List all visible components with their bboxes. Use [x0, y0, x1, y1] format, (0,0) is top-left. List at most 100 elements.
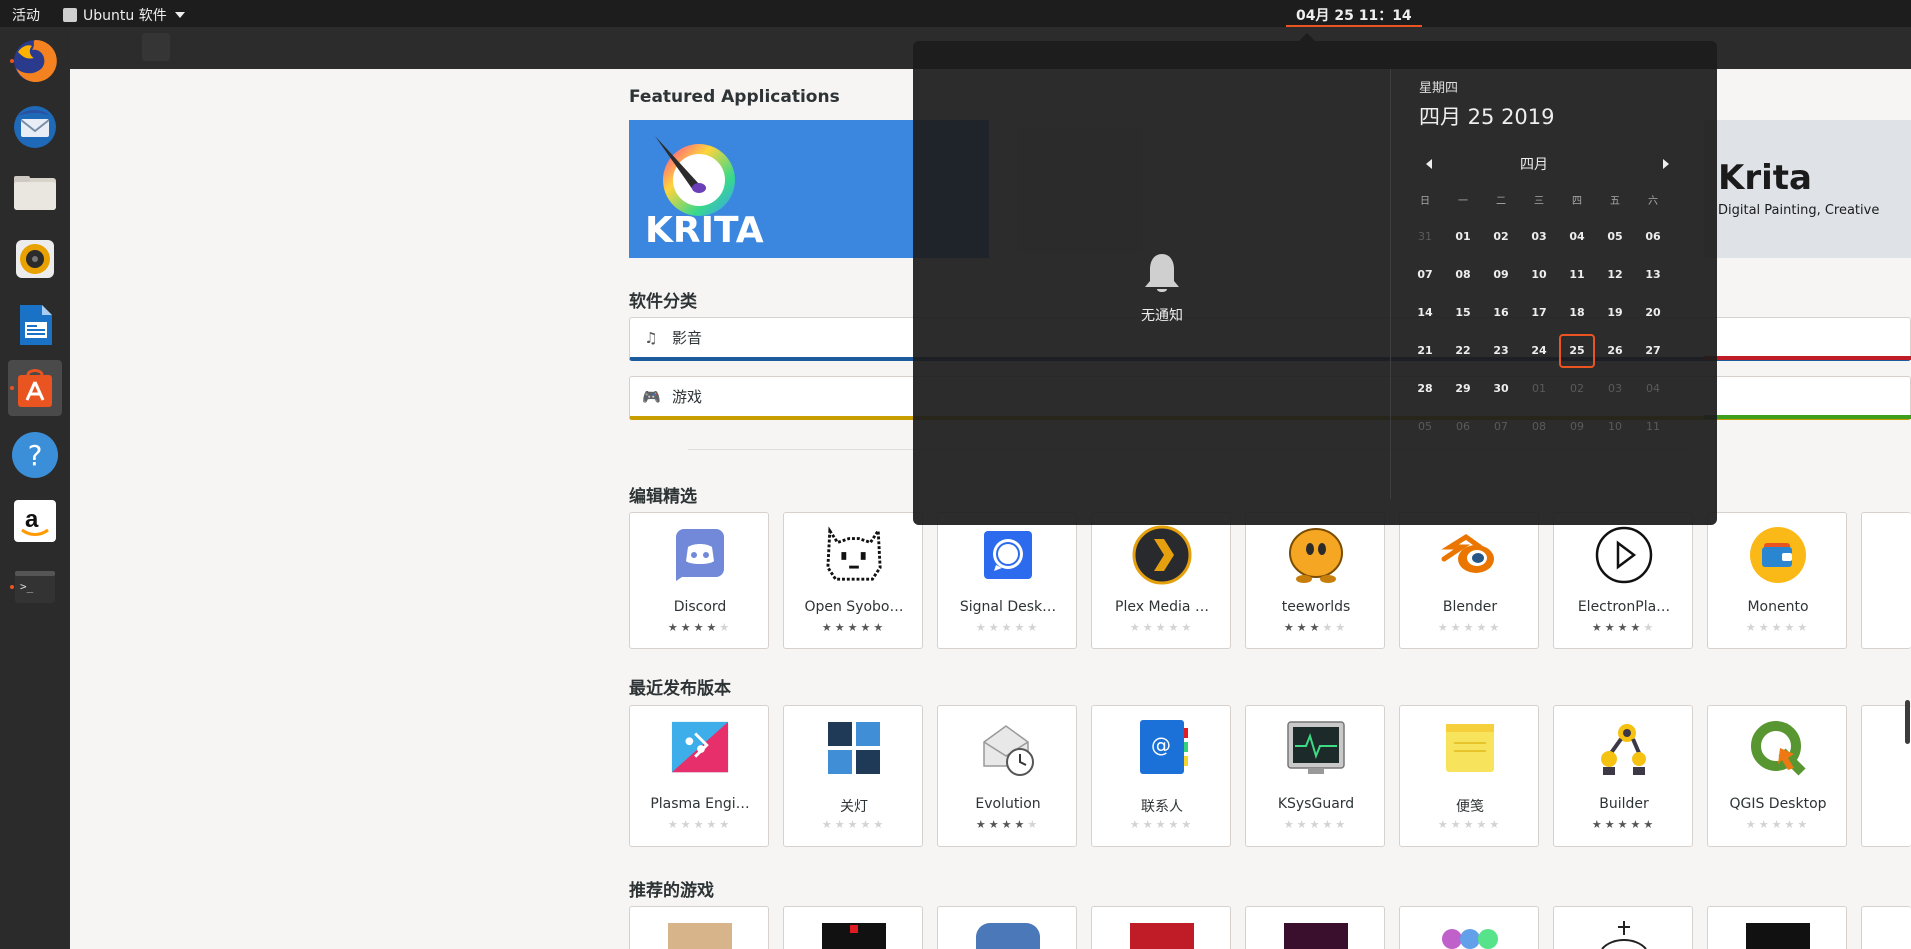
app-tile-signal[interactable]: Signal Desk… ★★★★★: [937, 512, 1077, 649]
calendar-day[interactable]: 11: [1635, 410, 1671, 444]
calendar-day[interactable]: 04: [1635, 372, 1671, 406]
scrollbar[interactable]: [1905, 700, 1910, 744]
dock-item-firefox[interactable]: [8, 33, 62, 89]
app-tile-monento[interactable]: Monento ★★★★★: [1707, 512, 1847, 649]
svg-text:>_: >_: [20, 580, 34, 593]
next-month-button[interactable]: [1663, 159, 1669, 169]
game-tile-2[interactable]: [783, 906, 923, 949]
calendar-day[interactable]: 19: [1597, 296, 1633, 330]
app-name: Evolution: [975, 796, 1041, 812]
star-icon: ★: [1758, 818, 1772, 831]
app-tile-open-syobon[interactable]: Open Syobo… ★★★★★: [783, 512, 923, 649]
calendar-day[interactable]: 16: [1483, 296, 1519, 330]
calendar-day[interactable]: 15: [1445, 296, 1481, 330]
dock-item-files[interactable]: [8, 165, 62, 221]
calendar-day[interactable]: 01: [1521, 372, 1557, 406]
app-tile-partial[interactable]: [1861, 512, 1911, 649]
calendar-day[interactable]: 29: [1445, 372, 1481, 406]
activities-button[interactable]: 活动: [12, 5, 40, 25]
calendar-day[interactable]: 31: [1407, 220, 1443, 254]
app-tile-teeworlds[interactable]: teeworlds ★★★★★: [1245, 512, 1385, 649]
dock-item-help[interactable]: ?: [8, 427, 62, 483]
back-button[interactable]: [142, 33, 170, 61]
calendar-day[interactable]: 05: [1597, 220, 1633, 254]
app-tile-contacts[interactable]: @ 联系人 ★★★★★: [1091, 705, 1231, 847]
calendar-day[interactable]: 10: [1597, 410, 1633, 444]
calendar-day[interactable]: 06: [1445, 410, 1481, 444]
app-name: ElectronPla…: [1577, 599, 1671, 615]
game-tile-partial[interactable]: [1861, 906, 1911, 949]
featured-banner-krita-desc[interactable]: Krita Digital Painting, Creative: [1704, 120, 1911, 258]
calendar-day[interactable]: 18: [1559, 296, 1595, 330]
app-tile-discord[interactable]: Discord ★★★★★: [629, 512, 769, 649]
calendar-day[interactable]: 30: [1483, 372, 1519, 406]
game-tile-8[interactable]: [1707, 906, 1847, 949]
calendar-day[interactable]: 04: [1559, 220, 1595, 254]
previous-month-button[interactable]: [1426, 159, 1432, 169]
calendar-day[interactable]: 03: [1597, 372, 1633, 406]
game-tile-6[interactable]: [1399, 906, 1539, 949]
calendar-day[interactable]: 21: [1407, 334, 1443, 368]
calendar-day[interactable]: 22: [1445, 334, 1481, 368]
calendar-day[interactable]: 05: [1407, 410, 1443, 444]
app-tile-lights-off[interactable]: 关灯 ★★★★★: [783, 705, 923, 847]
star-icon: ★: [693, 818, 707, 831]
full-date-label[interactable]: 四月 25 2019: [1419, 101, 1555, 131]
calendar-day[interactable]: 07: [1483, 410, 1519, 444]
app-name: Plex Media …: [1115, 599, 1209, 615]
app-tile-qgis[interactable]: QGIS Desktop ★★★★★: [1707, 705, 1847, 847]
calendar-day[interactable]: 28: [1407, 372, 1443, 406]
calendar-day[interactable]: 02: [1483, 220, 1519, 254]
app-tile-evolution[interactable]: Evolution ★★★★★: [937, 705, 1077, 847]
app-menu[interactable]: Ubuntu 软件: [63, 5, 185, 25]
dock-item-writer[interactable]: [8, 297, 62, 353]
app-name: Plasma Engi…: [650, 796, 750, 812]
game-tile-5[interactable]: [1245, 906, 1385, 949]
calendar-day[interactable]: 08: [1521, 410, 1557, 444]
calendar-day[interactable]: 11: [1559, 258, 1595, 292]
calendar-day[interactable]: 27: [1635, 334, 1671, 368]
calendar-day[interactable]: 17: [1521, 296, 1557, 330]
calendar-day[interactable]: 20: [1635, 296, 1671, 330]
rating-stars: ★★★★★: [1246, 818, 1386, 831]
app-tile-plex[interactable]: Plex Media … ★★★★★: [1091, 512, 1231, 649]
calendar-day[interactable]: 03: [1521, 220, 1557, 254]
calendar-day[interactable]: 07: [1407, 258, 1443, 292]
weekday-header: 四: [1572, 196, 1582, 207]
calendar-day[interactable]: 06: [1635, 220, 1671, 254]
app-tile-blender[interactable]: Blender ★★★★★: [1399, 512, 1539, 649]
app-tile-builder[interactable]: Builder ★★★★★: [1553, 705, 1693, 847]
calendar-day[interactable]: 13: [1635, 258, 1671, 292]
game-tile-3[interactable]: [937, 906, 1077, 949]
cat-pixel-icon: [824, 525, 884, 585]
star-icon: ★: [667, 621, 681, 634]
calendar-day[interactable]: 01: [1445, 220, 1481, 254]
dock-item-rhythmbox[interactable]: [8, 231, 62, 287]
calendar-day[interactable]: 02: [1559, 372, 1595, 406]
star-icon: ★: [719, 621, 733, 634]
app-tile-partial[interactable]: [1861, 705, 1911, 847]
dock-item-thunderbird[interactable]: [8, 99, 62, 155]
dock-item-ubuntu-software[interactable]: [8, 360, 62, 416]
game-tile-1[interactable]: [629, 906, 769, 949]
calendar-day[interactable]: 09: [1559, 410, 1595, 444]
star-icon: ★: [1283, 621, 1297, 634]
clock-button[interactable]: 04月 25 11：14: [1286, 0, 1422, 27]
calendar-day[interactable]: 14: [1407, 296, 1443, 330]
app-tile-sticky-notes[interactable]: 便笺 ★★★★★: [1399, 705, 1539, 847]
app-tile-plasma-engine[interactable]: Plasma Engi… ★★★★★: [629, 705, 769, 847]
app-tile-electronplayer[interactable]: ElectronPla… ★★★★★: [1553, 512, 1693, 649]
dock-item-terminal[interactable]: >_: [8, 559, 62, 615]
calendar-day[interactable]: 08: [1445, 258, 1481, 292]
calendar-day[interactable]: 09: [1483, 258, 1519, 292]
calendar-day[interactable]: 24: [1521, 334, 1557, 368]
game-tile-7[interactable]: [1553, 906, 1693, 949]
calendar-day[interactable]: 12: [1597, 258, 1633, 292]
calendar-day[interactable]: 10: [1521, 258, 1557, 292]
dock-item-amazon[interactable]: a: [8, 493, 62, 549]
calendar-day[interactable]: 25: [1559, 334, 1595, 368]
app-tile-ksysguard[interactable]: KSysGuard ★★★★★: [1245, 705, 1385, 847]
calendar-day[interactable]: 26: [1597, 334, 1633, 368]
game-tile-4[interactable]: [1091, 906, 1231, 949]
calendar-day[interactable]: 23: [1483, 334, 1519, 368]
